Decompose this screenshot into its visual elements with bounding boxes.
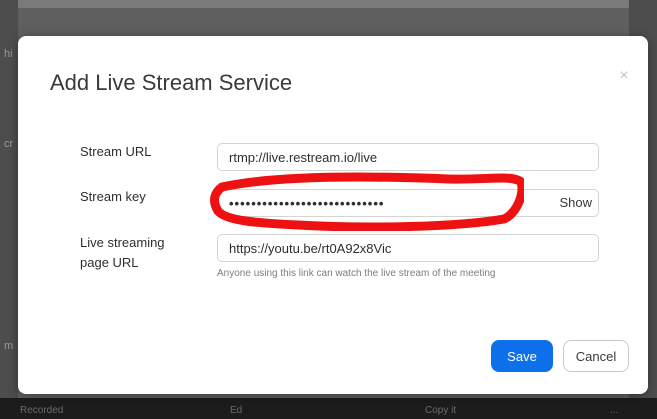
background-top-bar (0, 0, 657, 8)
page-url-input[interactable] (229, 240, 529, 257)
page-url-label-line2: page URL (80, 255, 139, 270)
background-left-strip (0, 0, 18, 419)
background-bottom-text: Recorded (20, 405, 64, 416)
page-url-hint: Anyone using this link can watch the liv… (217, 268, 496, 279)
background-text-fragment: cr (4, 138, 14, 150)
background-text-fragment: hi (4, 48, 13, 60)
background-bottom-text: ... (610, 405, 619, 416)
background-bottom-text: Copy it (425, 405, 457, 416)
close-icon[interactable]: × (614, 66, 634, 86)
page-url-field[interactable] (217, 234, 599, 262)
background-bottom-bar (0, 398, 657, 419)
stream-key-field[interactable]: Show (217, 189, 599, 217)
stream-url-field[interactable] (217, 143, 599, 171)
stream-key-input[interactable] (229, 195, 509, 212)
dialog-title: Add Live Stream Service (50, 70, 293, 95)
background-bottom-text: Ed (230, 405, 243, 416)
background-text-fragment: m (4, 340, 14, 352)
save-button[interactable]: Save (491, 340, 553, 372)
stream-key-label: Stream key (80, 189, 146, 204)
stream-url-label: Stream URL (80, 144, 152, 159)
page-url-label-line1: Live streaming (80, 235, 165, 250)
show-key-button[interactable]: Show (559, 195, 592, 210)
add-live-stream-dialog: Add Live Stream Service × Stream URL Str… (18, 36, 648, 394)
stream-url-input[interactable] (229, 149, 529, 166)
cancel-button[interactable]: Cancel (563, 340, 629, 372)
